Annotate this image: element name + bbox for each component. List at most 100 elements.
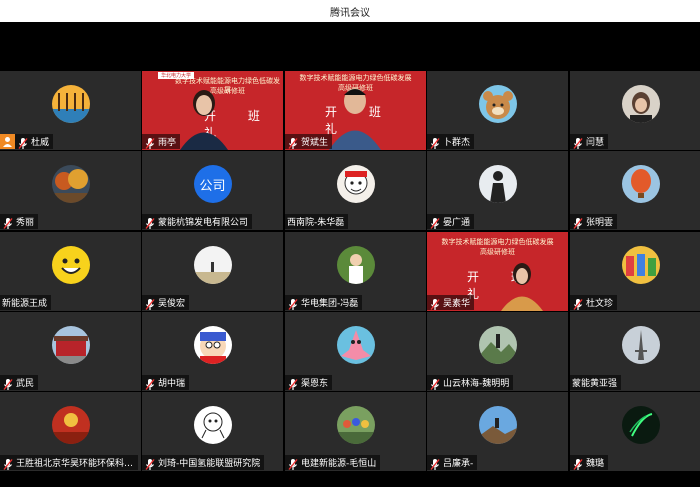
top-toolbar-area (0, 22, 700, 71)
participant-name-bar: 杜威 (0, 134, 54, 149)
participant-name: 蒙能黄亚强 (572, 379, 618, 389)
company-avatar-text: 公司 (199, 178, 226, 194)
participant-avatar (51, 85, 90, 123)
window-title: 腾讯会议 (330, 8, 370, 19)
participant-name: 魏璐 (586, 459, 605, 469)
participant-tile[interactable]: 西南院-朱华磊 (285, 151, 426, 230)
participant-tile[interactable]: 杜文珍 (570, 232, 700, 311)
participant-name-bar: 雨亭 (142, 134, 181, 149)
participant-avatar: 公司 (193, 165, 232, 203)
banner-subtitle: 高级研修班 (480, 248, 515, 256)
mic-muted-icon (429, 215, 441, 229)
participant-avatar (478, 165, 517, 203)
participant-avatar (336, 165, 375, 203)
participant-name-bar: 秀丽 (0, 214, 39, 229)
participant-avatar (621, 246, 660, 284)
mic-muted-icon (287, 376, 299, 390)
participant-tile[interactable]: 数字技术赋能能源电力绿色低碳发展 高级研修班开 班 礼吴素华 (427, 232, 568, 311)
participant-tile[interactable]: 秀丽 (0, 151, 141, 230)
mic-muted-icon (572, 296, 584, 310)
participant-avatar (478, 85, 517, 123)
presenter-figure (325, 81, 385, 150)
host-person-icon (0, 134, 15, 149)
university-logo: 华北电力大学 (158, 72, 195, 79)
participant-tile[interactable]: 武民 (0, 312, 141, 391)
participant-avatar (193, 246, 232, 284)
participant-name-bar: 贺斌生 (285, 134, 333, 149)
presenter-figure (174, 85, 234, 150)
participant-name-bar: 华电集团-冯磊 (285, 295, 363, 310)
participant-tile[interactable]: 杜威 (0, 71, 141, 150)
participant-tile[interactable]: 渠恩东 (285, 312, 426, 391)
participant-tile[interactable]: 数字技术赋能能源电力绿色低碳发展 高级研修班开 班 礼华北电力大学 雨亭 (142, 71, 283, 150)
participant-tile[interactable]: 晏广通 (427, 151, 568, 230)
participant-name-bar: 张明雲 (570, 214, 618, 229)
participant-tile[interactable]: 华电集团-冯磊 (285, 232, 426, 311)
presenter-figure (497, 258, 547, 311)
participant-name: 秀丽 (16, 218, 35, 228)
participant-avatar (51, 165, 90, 203)
participant-tile[interactable]: 吕廉承- (427, 392, 568, 471)
participant-tile[interactable]: 蒙能黄亚强 (570, 312, 700, 391)
participant-avatar (51, 406, 90, 444)
participant-name-bar: 杜文珍 (570, 295, 618, 310)
participant-name-bar: 山云林海-魏明明 (427, 375, 514, 390)
participant-name: 吴俊宏 (158, 299, 186, 309)
participant-avatar (621, 165, 660, 203)
participant-tile[interactable]: 卜群杰 (427, 71, 568, 150)
participant-name: 杜文珍 (586, 299, 614, 309)
participant-avatar (478, 406, 517, 444)
mic-muted-icon (2, 215, 14, 229)
participant-name: 贺斌生 (301, 138, 329, 148)
participant-tile[interactable]: 刘琦-中国氢能联盟研究院 (142, 392, 283, 471)
participant-name: 杜威 (31, 138, 50, 148)
participant-name: 刘琦-中国氢能联盟研究院 (158, 459, 261, 469)
participant-name-bar: 卜群杰 (427, 134, 475, 149)
participant-name: 西南院-朱华磊 (287, 218, 345, 228)
participant-avatar (336, 326, 375, 364)
participant-name-bar: 吕廉承- (427, 455, 478, 470)
participant-name-bar: 蒙能杭锦发电有限公司 (142, 214, 253, 229)
participant-name-bar: 电建新能源-毛恒山 (285, 455, 381, 470)
mic-muted-icon (144, 296, 156, 310)
mic-muted-icon (429, 456, 441, 470)
banner-title: 数字技术赋能能源电力绿色低碳发展 (441, 238, 554, 246)
mic-muted-icon (144, 135, 156, 149)
participant-name: 雨亭 (158, 138, 177, 148)
mic-muted-icon (572, 215, 584, 229)
participant-name-bar: 渠恩东 (285, 375, 333, 390)
participant-tile[interactable]: 公司蒙能杭锦发电有限公司 (142, 151, 283, 230)
mic-muted-icon (572, 456, 584, 470)
participant-tile[interactable]: 张明雲 (570, 151, 700, 230)
mic-muted-icon (429, 135, 441, 149)
participant-name-bar: 吴素华 (427, 295, 475, 310)
participant-name-bar: 魏璐 (570, 455, 609, 470)
participant-tile[interactable]: 王胜祖北京华昊环能环保科技... (0, 392, 141, 471)
participant-tile[interactable]: 山云林海-魏明明 (427, 312, 568, 391)
participant-tile[interactable]: 吴俊宏 (142, 232, 283, 311)
participant-name-bar: 闫慧 (570, 134, 609, 149)
mic-muted-icon (429, 376, 441, 390)
participant-avatar (621, 326, 660, 364)
participant-name-bar: 王胜祖北京华昊环能环保科技... (0, 455, 138, 470)
mic-muted-icon (2, 456, 14, 470)
participant-name: 张明雲 (586, 218, 614, 228)
participant-tile[interactable]: 魏璐 (570, 392, 700, 471)
participant-avatar (478, 326, 517, 364)
participant-tile[interactable]: 胡中瑞 (142, 312, 283, 391)
participant-name: 华电集团-冯磊 (301, 299, 359, 309)
participant-name-bar: 蒙能黄亚强 (570, 375, 622, 390)
participant-tile[interactable]: 数字技术赋能能源电力绿色低碳发展 高级研修班开 班 礼贺斌生 (285, 71, 426, 150)
participant-name: 胡中瑞 (158, 379, 186, 389)
title-bar: 腾讯会议 (0, 0, 700, 22)
participant-grid: 杜威 数字技术赋能能源电力绿色低碳发展 高级研修班开 班 礼华北电力大学 雨亭 数字技术… (0, 71, 700, 472)
participant-name: 电建新能源-毛恒山 (301, 459, 377, 469)
participant-tile[interactable]: 闫慧 (570, 71, 700, 150)
participant-avatar (621, 85, 660, 123)
participant-tile[interactable]: 新能源王成 (0, 232, 141, 311)
participant-tile[interactable]: 电建新能源-毛恒山 (285, 392, 426, 471)
participant-name: 卜群杰 (443, 138, 471, 148)
participant-name: 渠恩东 (301, 379, 329, 389)
participant-name: 新能源王成 (2, 299, 48, 309)
mic-muted-icon (17, 135, 29, 149)
